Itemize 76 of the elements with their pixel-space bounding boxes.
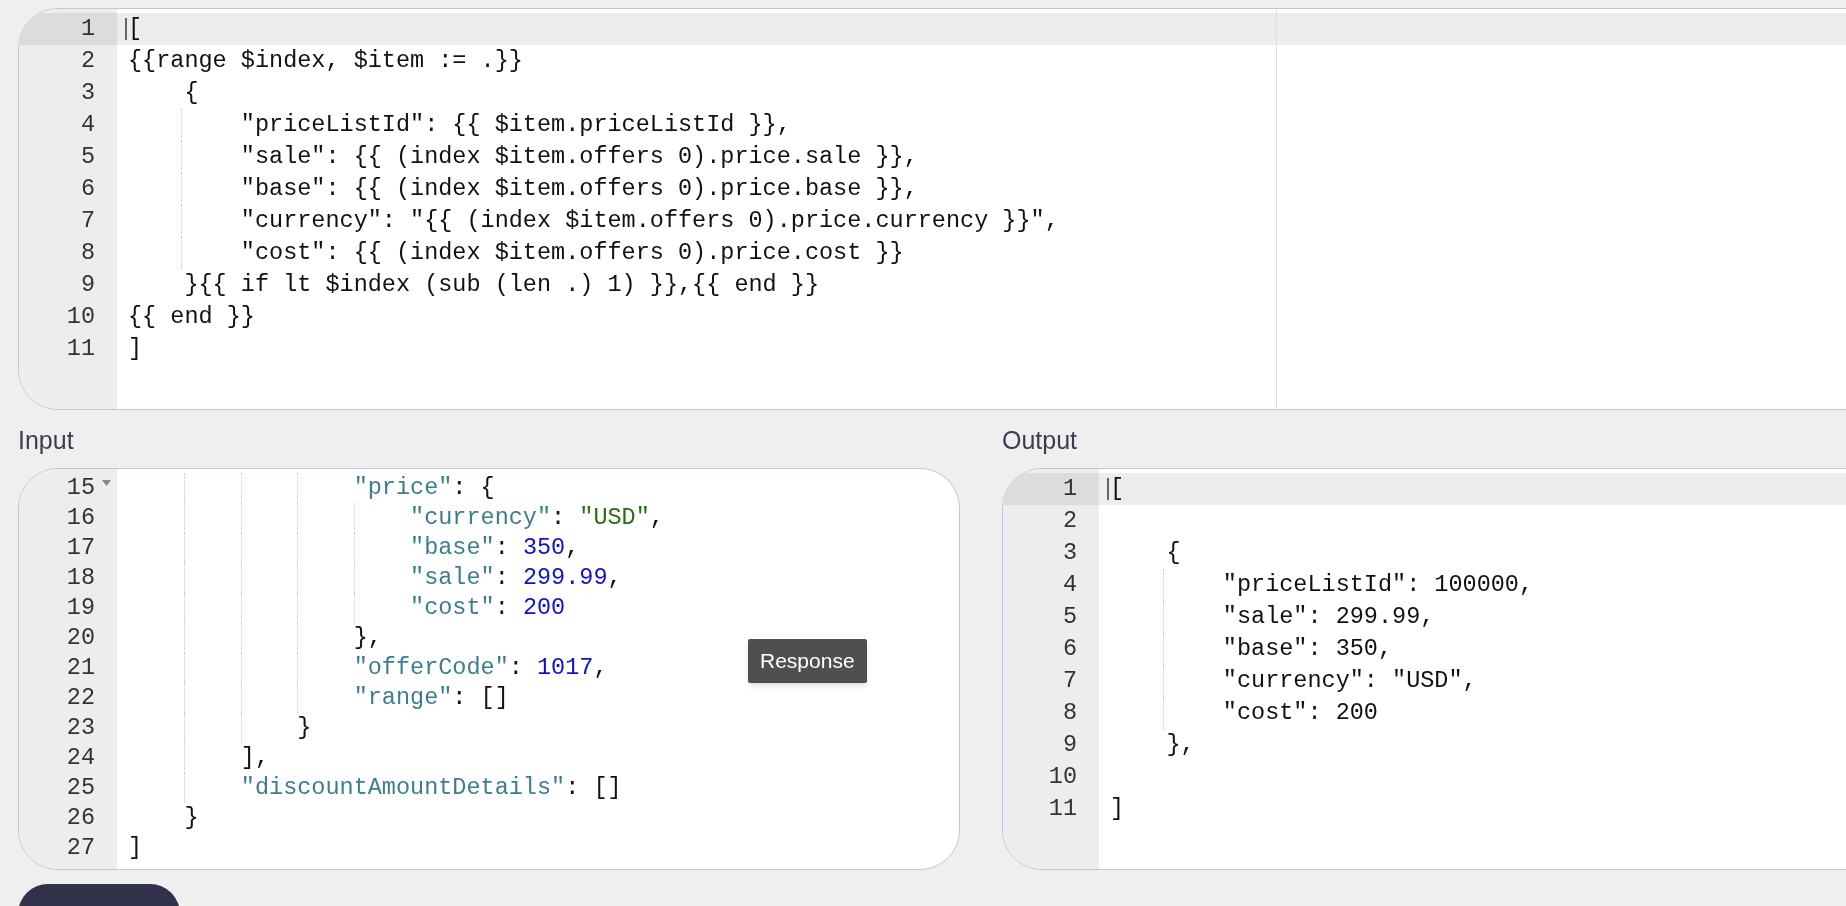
line-number: 26: [65, 803, 96, 833]
code-line: }: [183, 804, 199, 831]
line-number: 8: [79, 238, 96, 268]
code-line: "currency": "USD",: [409, 504, 664, 531]
code-line: "price": {: [352, 474, 495, 501]
code-line: "discountAmountDetails": []: [239, 774, 622, 801]
code-line: {: [1165, 539, 1181, 566]
line-number: 16: [65, 503, 96, 533]
line-number: 24: [65, 743, 96, 773]
code-line: {: [183, 79, 199, 106]
text-cursor: [1107, 478, 1109, 500]
line-number: 3: [1061, 538, 1078, 568]
line-number: 6: [79, 174, 96, 204]
code-line: "currency": "{{ (index $item.offers 0).price.currency }}",: [239, 207, 1059, 234]
line-number: 4: [1061, 570, 1078, 600]
line-number: 2: [1061, 506, 1078, 536]
line-number: 3: [79, 78, 96, 108]
line-number: 27: [65, 833, 96, 863]
code-line: ]: [1110, 795, 1125, 822]
line-number: 22: [65, 683, 96, 713]
input-label: Input: [18, 425, 75, 456]
fold-caret-icon[interactable]: [102, 480, 111, 487]
output-editor[interactable]: 1 2 3 4 5 6 7 8 9 10 11 [ { "priceListId": 100000, "sale": 299.99, "base": 350, "currency": "USD", "cost": 200 }, ]: [1002, 468, 1846, 870]
line-number: 11: [65, 334, 96, 364]
code-line: [: [1110, 475, 1125, 502]
code-line: ]: [128, 335, 143, 362]
code-line: "cost": 200: [1221, 699, 1378, 726]
line-number: 6: [1061, 634, 1078, 664]
line-number: 21: [65, 653, 96, 683]
code-line: "base": 350,: [1221, 635, 1393, 662]
code-line: {{range $index, $item := .}}: [128, 47, 523, 74]
line-number: 7: [1061, 666, 1078, 696]
code-line: "sale": {{ (index $item.offers 0).price.sale }},: [239, 143, 918, 170]
line-number: 2: [79, 46, 96, 76]
line-number: 25: [65, 773, 96, 803]
text-cursor: [125, 18, 127, 40]
code-line: ]: [128, 834, 143, 861]
code-line: "priceListId": {{ $item.priceListId }},: [239, 111, 791, 138]
line-number: 7: [79, 206, 96, 236]
code-line: "range": []: [352, 684, 509, 711]
template-editor[interactable]: [18, 8, 1846, 410]
code-line: "base": 350,: [409, 534, 580, 561]
line-number: 20: [65, 623, 96, 653]
code-line: }{{ if lt $index (sub (len .) 1) }},{{ end }}: [183, 271, 819, 298]
code-line: "sale": 299.99,: [409, 564, 622, 591]
line-number: 1: [19, 13, 117, 45]
code-line: "offerCode": 1017,: [352, 654, 608, 681]
code-line: "cost": {{ (index $item.offers 0).price.cost }}: [239, 239, 904, 266]
line-number: 11: [1047, 794, 1078, 824]
line-number: 9: [79, 270, 96, 300]
line-number: 23: [65, 713, 96, 743]
code-line: "sale": 299.99,: [1221, 603, 1435, 630]
code-line: },: [1165, 731, 1195, 758]
tooltip: Response: [748, 639, 867, 683]
line-number: 9: [1061, 730, 1078, 760]
code-line: "base": {{ (index $item.offers 0).price.base }},: [239, 175, 918, 202]
line-number: 18: [65, 563, 96, 593]
line-number: 19: [65, 593, 96, 623]
line-number: 17: [65, 533, 96, 563]
code-line: "priceListId": 100000,: [1221, 571, 1534, 598]
line-number: 5: [79, 142, 96, 172]
code-line: "currency": "USD",: [1221, 667, 1477, 694]
code-line: },: [352, 624, 382, 651]
line-number: 10: [65, 302, 96, 332]
output-label: Output: [1002, 425, 1079, 456]
code-line: }: [296, 714, 312, 741]
line-number: 4: [79, 110, 96, 140]
code-line: ],: [239, 744, 270, 771]
line-number: 5: [1061, 602, 1078, 632]
code-line: [: [128, 15, 143, 42]
line-number: 8: [1061, 698, 1078, 728]
line-number: 1: [1003, 473, 1099, 505]
code-line: {{ end }}: [128, 303, 255, 330]
line-number: 15: [19, 473, 117, 503]
code-line: "cost": 200: [409, 594, 566, 621]
line-number: 10: [1047, 762, 1078, 792]
